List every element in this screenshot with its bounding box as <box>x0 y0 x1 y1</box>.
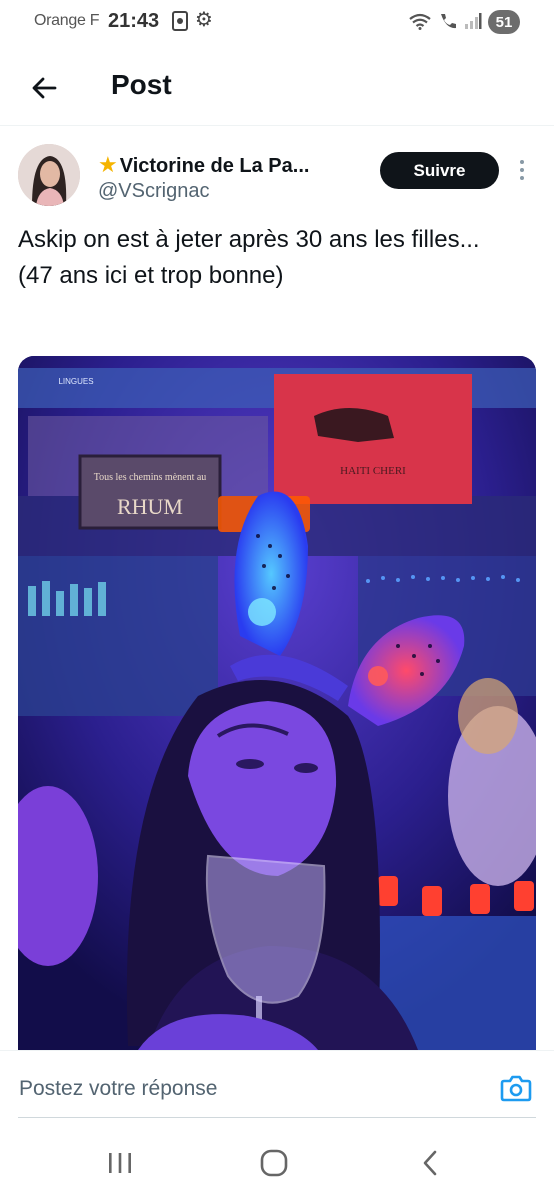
settings-icon: ⚙ <box>195 9 213 31</box>
more-options-button[interactable] <box>514 156 530 184</box>
camera-icon <box>500 1075 532 1102</box>
sign-text-4: LINGUES <box>58 377 93 386</box>
more-dot-icon <box>520 168 524 172</box>
sign-text-3: HAITI CHERI <box>340 465 406 477</box>
recent-apps-button[interactable] <box>100 1146 140 1180</box>
post-author: ★ Victorine de La Pa... @VScrignac Suivre <box>18 144 538 212</box>
post-image[interactable]: Tous les chemins mènent au RHUM HAITI CH… <box>18 356 536 1050</box>
post-text: Askip on est à jeter après 30 ans les fi… <box>18 226 480 289</box>
sign-text-2: RHUM <box>117 494 183 519</box>
wifi-icon <box>408 12 432 33</box>
home-icon <box>260 1149 288 1177</box>
page-title: Post <box>111 69 172 100</box>
recent-apps-icon <box>109 1153 131 1173</box>
author-handle[interactable]: @VScrignac <box>98 180 209 203</box>
back-button[interactable] <box>22 66 66 110</box>
screenshot-icon <box>172 11 188 31</box>
system-back-button[interactable] <box>410 1146 450 1180</box>
carrier-label: Orange F <box>34 12 100 29</box>
reply-divider <box>18 1117 536 1118</box>
author-name-text: Victorine de La Pa... <box>119 155 310 177</box>
call-icon <box>438 12 458 33</box>
signal-icon <box>464 12 482 33</box>
sign-text-1: Tous les chemins mènent au <box>94 472 207 483</box>
battery-indicator: 51 <box>488 10 520 34</box>
status-bar: Orange F 21:43 ⚙ 51 <box>0 0 554 44</box>
status-clock: 21:43 <box>108 10 160 32</box>
reply-bar: Postez votre réponse <box>0 1050 554 1120</box>
chevron-left-icon <box>423 1150 437 1176</box>
more-dot-icon <box>520 176 524 180</box>
reply-input[interactable]: Postez votre réponse <box>19 1077 217 1101</box>
more-dot-icon <box>520 160 524 164</box>
status-icons: 51 <box>408 9 520 35</box>
home-button[interactable] <box>254 1146 294 1180</box>
system-nav-bar <box>0 1124 554 1200</box>
author-name[interactable]: ★ Victorine de La Pa... <box>98 152 309 178</box>
app-header: Post <box>0 52 554 126</box>
avatar[interactable] <box>18 144 80 206</box>
follow-button[interactable]: Suivre <box>380 152 499 189</box>
star-icon: ★ <box>98 152 118 177</box>
arrow-left-icon <box>32 77 57 99</box>
camera-button[interactable] <box>500 1073 532 1103</box>
